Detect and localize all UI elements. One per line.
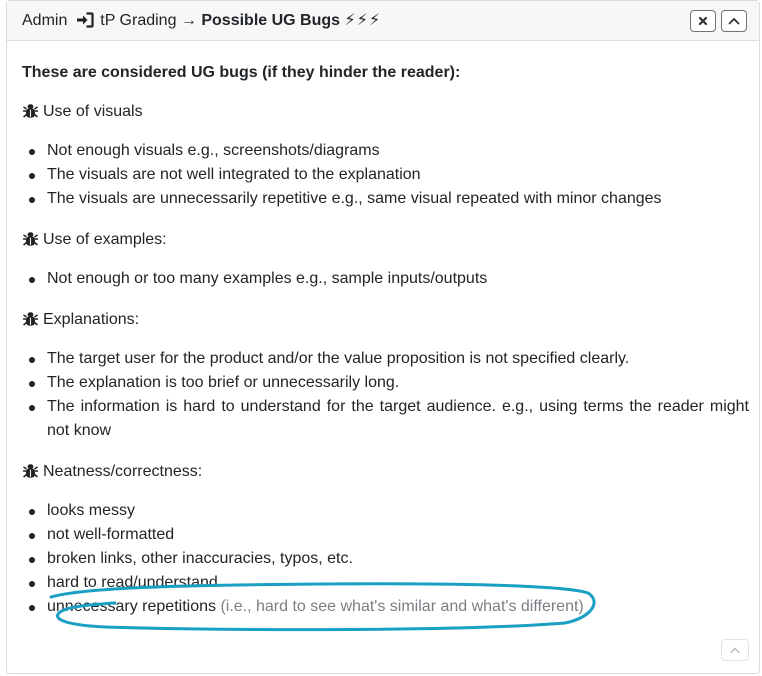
chevron-up-icon xyxy=(730,647,740,653)
list-item-continuation: not know xyxy=(47,422,112,439)
category-label: Use of examples: xyxy=(43,231,167,248)
panel-header: Admin tP Grading → Possible UG Bugs ⚡⚡⚡ xyxy=(7,1,759,41)
explanations-list: The target user for the product and/or t… xyxy=(22,347,749,443)
list-item: The information is hard to understand fo… xyxy=(22,395,749,419)
list-item: Not enough or too many examples e.g., sa… xyxy=(22,267,749,291)
list-item: not well-formatted xyxy=(22,523,749,547)
list-item: looks messy xyxy=(22,499,749,523)
list-item: unnecessary repetitions (i.e., hard to s… xyxy=(22,595,749,619)
category-neatness: Neatness/correctness: xyxy=(22,462,202,485)
category-visuals: Use of visuals xyxy=(22,102,143,125)
bug-icon xyxy=(22,463,39,485)
list-item: broken links, other inaccuracies, typos,… xyxy=(22,547,749,571)
close-icon xyxy=(698,16,708,26)
breadcrumb-admin[interactable]: Admin xyxy=(22,12,67,29)
breadcrumb: Admin tP Grading → Possible UG Bugs ⚡⚡⚡ xyxy=(22,11,381,34)
category-label: Explanations: xyxy=(43,311,140,328)
collapse-button[interactable] xyxy=(721,10,747,32)
examples-list: Not enough or too many examples e.g., sa… xyxy=(22,267,749,291)
item-main-text: unnecessary repetitions xyxy=(47,598,216,615)
category-label: Use of visuals xyxy=(43,103,143,120)
list-item: Not enough visuals e.g., screenshots/dia… xyxy=(22,139,749,163)
list-item: The target user for the product and/or t… xyxy=(22,347,749,371)
page-title: Possible UG Bugs xyxy=(201,12,341,29)
bugs-heading: These are considered UG bugs (if they hi… xyxy=(22,64,461,81)
ug-bugs-panel: Admin tP Grading → Possible UG Bugs ⚡⚡⚡ … xyxy=(6,0,760,674)
list-item: The visuals are not well integrated to t… xyxy=(22,163,749,187)
neatness-list: looks messy not well-formatted broken li… xyxy=(22,499,749,619)
category-explanations: Explanations: xyxy=(22,310,139,333)
scroll-to-top-button[interactable] xyxy=(721,639,749,661)
sign-in-icon xyxy=(76,12,94,34)
breadcrumb-tp-grading[interactable]: tP Grading → xyxy=(100,12,197,29)
list-item: The visuals are unnecessarily repetitive… xyxy=(22,187,749,211)
list-item: hard to read/understand xyxy=(22,571,749,595)
lightning-bolts: ⚡⚡⚡ xyxy=(344,12,382,29)
item-note-text: (i.e., hard to see what's similar and wh… xyxy=(220,598,584,615)
category-label: Neatness/correctness: xyxy=(43,463,203,480)
category-examples: Use of examples: xyxy=(22,230,167,253)
bug-icon xyxy=(22,311,39,333)
chevron-up-icon xyxy=(728,17,740,25)
visuals-list: Not enough visuals e.g., screenshots/dia… xyxy=(22,139,749,211)
bug-icon xyxy=(22,231,39,253)
list-item: The explanation is too brief or unnecess… xyxy=(22,371,749,395)
bug-icon xyxy=(22,103,39,125)
close-button[interactable] xyxy=(690,10,716,32)
